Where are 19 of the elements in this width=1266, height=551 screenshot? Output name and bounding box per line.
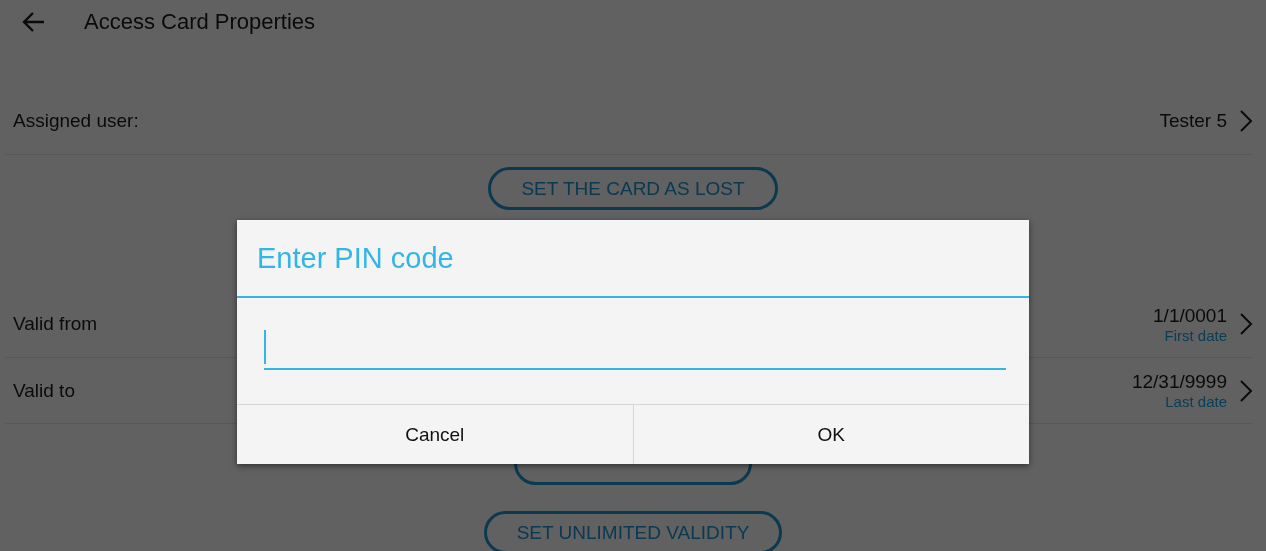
page-title: Access Card Properties [84, 9, 316, 35]
dialog-title: Enter PIN code [237, 220, 1029, 298]
cancel-button[interactable]: Cancel [237, 405, 633, 464]
date-hint: First date [1164, 326, 1227, 344]
date-value[interactable]: 1/1/0001 [1153, 304, 1227, 327]
ok-button[interactable]: OK [632, 405, 1029, 464]
date-hint: Last date [1165, 393, 1227, 410]
chevron-right-icon [1239, 109, 1253, 133]
date-value[interactable]: 12/31/9999 [1131, 371, 1227, 393]
field-label: Valid to [13, 379, 75, 402]
field-label: Assigned user: [13, 110, 139, 132]
back-arrow-icon[interactable] [22, 11, 46, 33]
field-value[interactable]: Tester 5 [1159, 110, 1227, 132]
chevron-right-icon [1239, 378, 1253, 403]
chevron-right-icon [1239, 312, 1253, 336]
unlimited-validity-button[interactable]: SET UNLIMITED VALIDITY [483, 511, 783, 551]
field-label: Valid from [13, 313, 98, 335]
lost-button[interactable]: SET THE CARD AS LOST [488, 167, 778, 210]
text-cursor [264, 330, 266, 364]
